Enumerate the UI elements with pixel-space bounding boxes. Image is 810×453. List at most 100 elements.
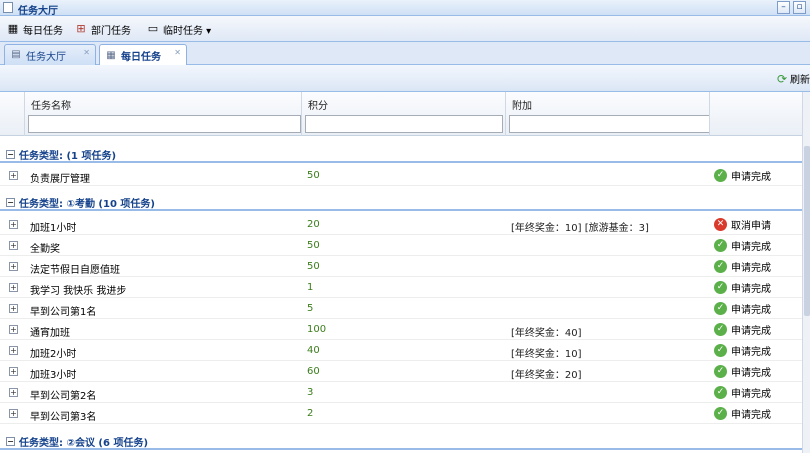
expand-icon[interactable]: +: [9, 325, 18, 334]
dept-task-label: 部门任务: [91, 25, 131, 37]
table-row[interactable]: + 我学习 我快乐 我进步 1 ✓ 申请完成: [0, 277, 802, 298]
document-icon: ▭: [147, 22, 159, 35]
group-title: 任务类型: ①考勤 (10 项任务): [19, 199, 155, 210]
close-icon[interactable]: ✕: [83, 48, 90, 57]
org-chart-icon: ⊞: [76, 22, 86, 35]
temp-task-button[interactable]: ▭ 临时任务 ▾: [146, 21, 211, 37]
expand-icon[interactable]: +: [9, 283, 18, 292]
header-expander-col: [0, 92, 24, 136]
expand-icon[interactable]: +: [9, 241, 18, 250]
table-row[interactable]: + 全勤奖 50 ✓ 申请完成: [0, 235, 802, 256]
check-icon: ✓: [714, 239, 727, 252]
action-label: 取消申请: [731, 221, 771, 232]
task-extra: [年终奖金：40]: [511, 328, 582, 339]
cancel-apply-button[interactable]: ✕ 取消申请: [714, 217, 771, 232]
expand-icon[interactable]: +: [9, 388, 18, 397]
window-title: 任务大厅: [18, 6, 58, 17]
filter-extra-input[interactable]: [509, 115, 710, 133]
group-title: 任务类型: ②会议 (6 项任务): [19, 438, 149, 449]
tab-strip: ▤ 任务大厅 ✕ ▦ 每日任务 ✕: [0, 42, 810, 66]
task-score: 40: [307, 345, 320, 356]
grid-body: − 任务类型: (1 项任务) + 负责展厅管理 50 ✓ 申请完成 − 任务类型: …: [0, 136, 802, 453]
expand-icon[interactable]: +: [9, 367, 18, 376]
expand-icon[interactable]: +: [9, 171, 18, 180]
action-label: 申请完成: [731, 242, 771, 253]
table-row[interactable]: + 法定节假日自愿值班 50 ✓ 申请完成: [0, 256, 802, 277]
close-icon[interactable]: ✕: [174, 48, 181, 57]
task-name: 我学习 我快乐 我进步: [30, 286, 127, 297]
tab-daily-task[interactable]: ▦ 每日任务 ✕: [99, 44, 187, 66]
task-name: 早到公司第1名: [30, 307, 97, 318]
group-header[interactable]: − 任务类型: ②会议 (6 项任务): [0, 426, 802, 450]
collapse-icon[interactable]: −: [6, 150, 15, 159]
task-score: 2: [307, 408, 314, 419]
task-score: 50: [307, 240, 320, 251]
task-extra: [年终奖金：10]: [511, 349, 582, 360]
apply-complete-button[interactable]: ✓ 申请完成: [714, 168, 771, 183]
check-icon: ✓: [714, 169, 727, 182]
apply-complete-button[interactable]: ✓ 申请完成: [714, 238, 771, 253]
table-row[interactable]: + 加班3小时 60 [年终奖金：20] ✓ 申请完成: [0, 361, 802, 382]
action-label: 申请完成: [731, 326, 771, 337]
table-row[interactable]: + 早到公司第3名 2 ✓ 申请完成: [0, 403, 802, 424]
filter-name-input[interactable]: [28, 115, 301, 133]
vertical-scrollbar[interactable]: [802, 136, 810, 453]
apply-complete-button[interactable]: ✓ 申请完成: [714, 259, 771, 274]
apply-complete-button[interactable]: ✓ 申请完成: [714, 364, 771, 379]
daily-task-button[interactable]: ▦ 每日任务: [6, 21, 63, 37]
table-row[interactable]: + 加班2小时 40 [年终奖金：10] ✓ 申请完成: [0, 340, 802, 361]
table-row[interactable]: + 早到公司第1名 5 ✓ 申请完成: [0, 298, 802, 319]
expand-icon[interactable]: +: [9, 220, 18, 229]
action-label: 申请完成: [731, 347, 771, 358]
header-action-col: [709, 92, 802, 136]
collapse-icon[interactable]: −: [6, 437, 15, 446]
table-row[interactable]: + 通宵加班 100 [年终奖金：40] ✓ 申请完成: [0, 319, 802, 340]
group-header[interactable]: − 任务类型: (1 项任务): [0, 139, 802, 163]
expand-icon[interactable]: +: [9, 262, 18, 271]
header-score-col[interactable]: 积分: [301, 92, 505, 136]
check-icon: ✓: [714, 302, 727, 315]
task-name: 全勤奖: [30, 244, 60, 255]
header-extra-col[interactable]: 附加: [505, 92, 710, 136]
refresh-button[interactable]: ⟳ 刷新: [777, 71, 810, 87]
collapse-icon[interactable]: −: [6, 198, 15, 207]
grid-header: 任务名称 积分 附加: [0, 92, 810, 136]
group-header[interactable]: − 任务类型: ①考勤 (10 项任务): [0, 187, 802, 211]
tab-task-hall[interactable]: ▤ 任务大厅 ✕: [4, 44, 96, 65]
maximize-icon[interactable]: ▫: [793, 1, 806, 14]
minimize-icon[interactable]: –: [777, 1, 790, 14]
action-label: 申请完成: [731, 263, 771, 274]
task-name: 法定节假日自愿值班: [30, 265, 120, 276]
check-icon: ✓: [714, 344, 727, 357]
task-score: 50: [307, 261, 320, 272]
expand-icon[interactable]: +: [9, 304, 18, 313]
scrollbar-thumb[interactable]: [804, 146, 810, 316]
header-name-col[interactable]: 任务名称: [24, 92, 301, 136]
apply-complete-button[interactable]: ✓ 申请完成: [714, 343, 771, 358]
table-row[interactable]: + 早到公司第2名 3 ✓ 申请完成: [0, 382, 802, 403]
task-name: 通宵加班: [30, 328, 70, 339]
expand-icon[interactable]: +: [9, 409, 18, 418]
dept-task-button[interactable]: ⊞ 部门任务: [74, 21, 131, 37]
apply-complete-button[interactable]: ✓ 申请完成: [714, 322, 771, 337]
task-score: 3: [307, 387, 314, 398]
apply-complete-button[interactable]: ✓ 申请完成: [714, 280, 771, 295]
check-icon: ✓: [714, 323, 727, 336]
task-name: 早到公司第2名: [30, 391, 97, 402]
table-row[interactable]: + 负责展厅管理 50 ✓ 申请完成: [0, 165, 802, 186]
task-extra: [年终奖金：20]: [511, 370, 582, 381]
table-row[interactable]: + 加班1小时 20 [年终奖金：10] [旅游基金：3] ✕ 取消申请: [0, 214, 802, 235]
task-name: 加班2小时: [30, 349, 77, 360]
page-icon: ▤: [11, 49, 21, 60]
expand-icon[interactable]: +: [9, 346, 18, 355]
tab-label: 任务大厅: [26, 51, 66, 63]
filter-score-input[interactable]: [305, 115, 503, 133]
apply-complete-button[interactable]: ✓ 申请完成: [714, 301, 771, 316]
task-score: 1: [307, 282, 314, 293]
column-header-name: 任务名称: [31, 101, 71, 112]
check-icon: ✓: [714, 260, 727, 273]
apply-complete-button[interactable]: ✓ 申请完成: [714, 385, 771, 400]
apply-complete-button[interactable]: ✓ 申请完成: [714, 406, 771, 421]
daily-task-label: 每日任务: [23, 25, 63, 37]
tab-label: 每日任务: [121, 52, 161, 63]
